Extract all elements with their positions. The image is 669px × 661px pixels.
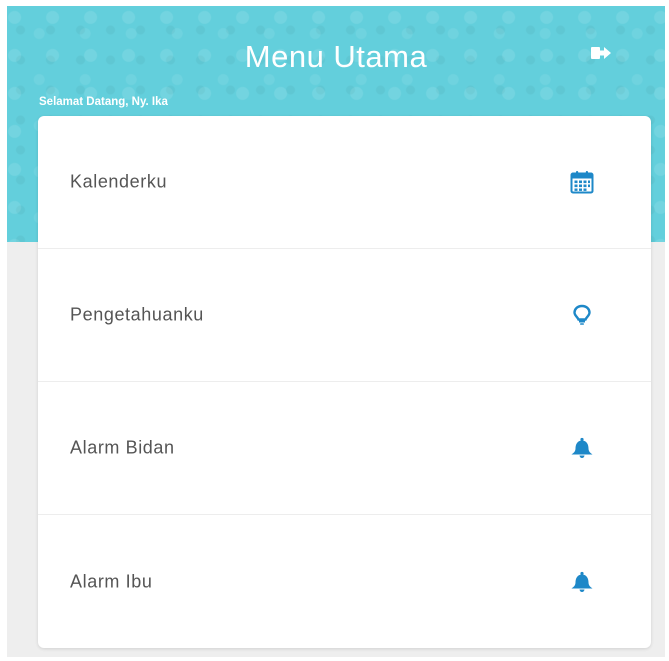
menu-item-label: Alarm Bidan	[70, 437, 175, 458]
menu-item-alarm-ibu[interactable]: Alarm Ibu	[38, 515, 651, 648]
menu-item-alarm-bidan[interactable]: Alarm Bidan	[38, 382, 651, 515]
menu-item-label: Pengetahuanku	[70, 304, 204, 325]
menu-item-pengetahuanku[interactable]: Pengetahuanku	[38, 249, 651, 382]
bell-icon	[569, 569, 595, 595]
menu-item-label: Alarm Ibu	[70, 571, 153, 591]
welcome-text: Selamat Datang, Ny. Ika	[39, 96, 168, 108]
logout-icon[interactable]	[590, 44, 612, 62]
menu-item-kalenderku[interactable]: Kalenderku	[38, 116, 651, 249]
app-screen: Menu Utama Selamat Datang, Ny. Ika Kalen…	[7, 6, 665, 657]
menu-card: Kalenderku Pengetahuanku Alarm Bidan Ala…	[38, 116, 651, 648]
calendar-icon	[569, 169, 595, 195]
bell-icon	[569, 435, 595, 461]
page-title: Menu Utama	[244, 39, 428, 74]
menu-item-label: Kalenderku	[70, 171, 168, 192]
lightbulb-icon	[569, 302, 595, 328]
